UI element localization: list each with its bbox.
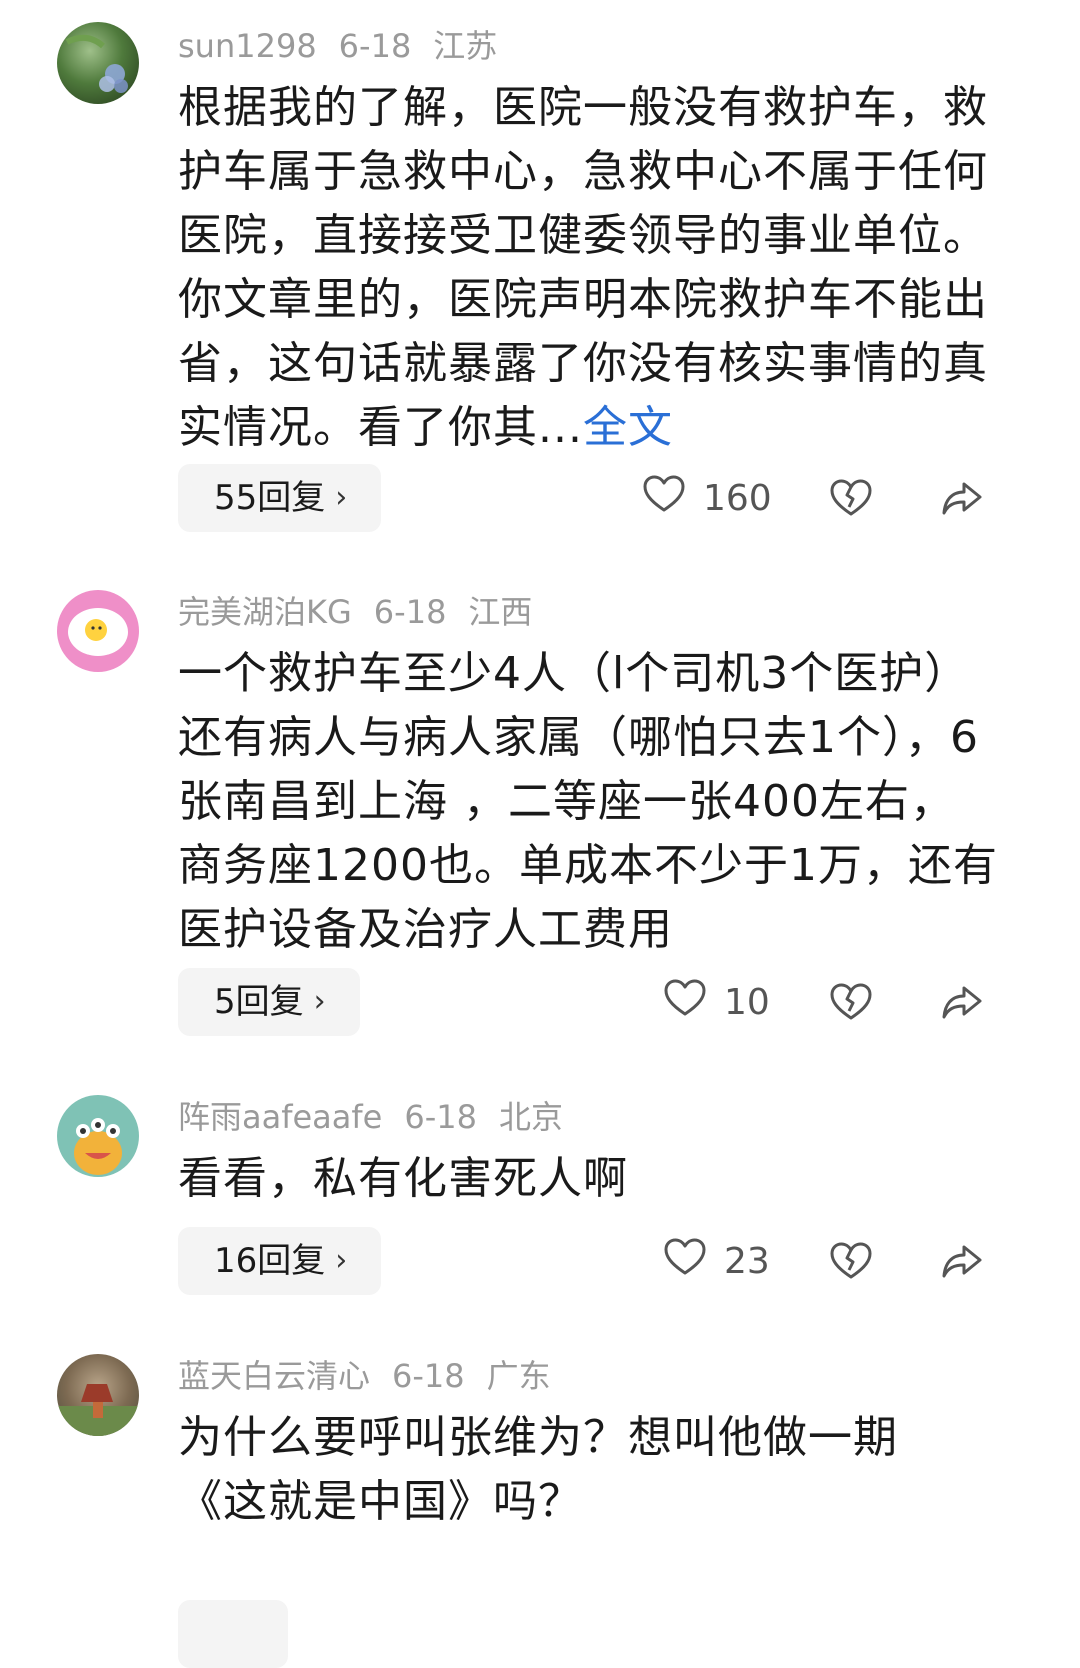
- like-count: 160: [703, 477, 772, 519]
- comment-text: 看看，私有化害死人啊: [178, 1153, 628, 1204]
- username[interactable]: sun1298: [178, 27, 317, 65]
- username[interactable]: 完美湖泊KG: [178, 593, 352, 631]
- comment-date: 6-18: [373, 593, 447, 631]
- comment-date: 6-18: [404, 1098, 477, 1136]
- heart-icon: [664, 1237, 706, 1286]
- comment-location: 江西: [468, 593, 533, 631]
- chevron-right-icon: ›: [313, 984, 326, 1019]
- share-button[interactable]: [940, 476, 984, 520]
- comment-body: 根据我的了解，医院一般没有救护车，救护车属于急救中心，急救中心不属于任何医院，直…: [178, 82, 988, 453]
- comment-text: 为什么要呼叫张维为？想叫他做一期《这就是中国》吗？: [178, 1412, 898, 1527]
- replies-button[interactable]: 55回复 ›: [178, 464, 382, 532]
- share-icon: [942, 986, 982, 1019]
- avatar[interactable]: [57, 1354, 139, 1436]
- dislike-button[interactable]: [829, 476, 873, 520]
- like-button[interactable]: 160: [643, 464, 772, 532]
- broken-heart-icon: [830, 983, 872, 1020]
- broken-heart-icon: [830, 479, 872, 516]
- comment-date: 6-18: [392, 1357, 465, 1395]
- share-button[interactable]: [940, 1239, 984, 1283]
- comment-meta: 完美湖泊KG 6-18 江西: [178, 592, 554, 632]
- dislike-button[interactable]: [829, 1239, 873, 1283]
- like-button[interactable]: 23: [664, 1227, 770, 1295]
- replies-button[interactable]: [178, 1600, 288, 1668]
- comment-text: 一个救护车至少4人（l个司机3个医护）还有病人与病人家属（哪怕只去1个），6张南…: [178, 648, 998, 955]
- comment-location: 江苏: [433, 27, 498, 65]
- replies-label: 5回复: [214, 982, 304, 1022]
- comment-location: 北京: [498, 1098, 563, 1136]
- replies-button[interactable]: 5回复 ›: [178, 968, 360, 1036]
- dislike-button[interactable]: [829, 980, 873, 1024]
- chevron-right-icon: ›: [335, 1243, 348, 1278]
- avatar[interactable]: [57, 1095, 139, 1177]
- replies-button[interactable]: 16回复 ›: [178, 1227, 382, 1295]
- broken-heart-icon: [830, 1242, 872, 1279]
- expand-full-text-link[interactable]: 全文: [583, 402, 673, 453]
- share-button[interactable]: [940, 980, 984, 1024]
- share-icon: [942, 482, 982, 515]
- username[interactable]: 蓝天白云清心: [178, 1357, 370, 1395]
- avatar[interactable]: [57, 590, 139, 672]
- username[interactable]: 阵雨aafeaafe: [178, 1098, 382, 1136]
- comment-meta: 蓝天白云清心 6-18 广东: [178, 1356, 573, 1396]
- comment-meta: sun1298 6-18 江苏: [178, 26, 519, 66]
- comment-date: 6-18: [338, 27, 412, 65]
- like-count: 23: [724, 1240, 770, 1282]
- replies-label: 55回复: [214, 478, 326, 518]
- comment-text: 根据我的了解，医院一般没有救护车，救护车属于急救中心，急救中心不属于任何医院，直…: [178, 76, 998, 460]
- chevron-right-icon: ›: [335, 480, 348, 515]
- like-button[interactable]: 10: [664, 968, 770, 1036]
- share-icon: [942, 1245, 982, 1278]
- heart-icon: [664, 978, 706, 1027]
- avatar[interactable]: [57, 22, 139, 104]
- comment-meta: 阵雨aafeaafe 6-18 北京: [178, 1097, 585, 1137]
- comment-location: 广东: [486, 1357, 551, 1395]
- like-count: 10: [724, 981, 770, 1023]
- replies-label: 16回复: [214, 1241, 326, 1281]
- heart-icon: [643, 474, 685, 523]
